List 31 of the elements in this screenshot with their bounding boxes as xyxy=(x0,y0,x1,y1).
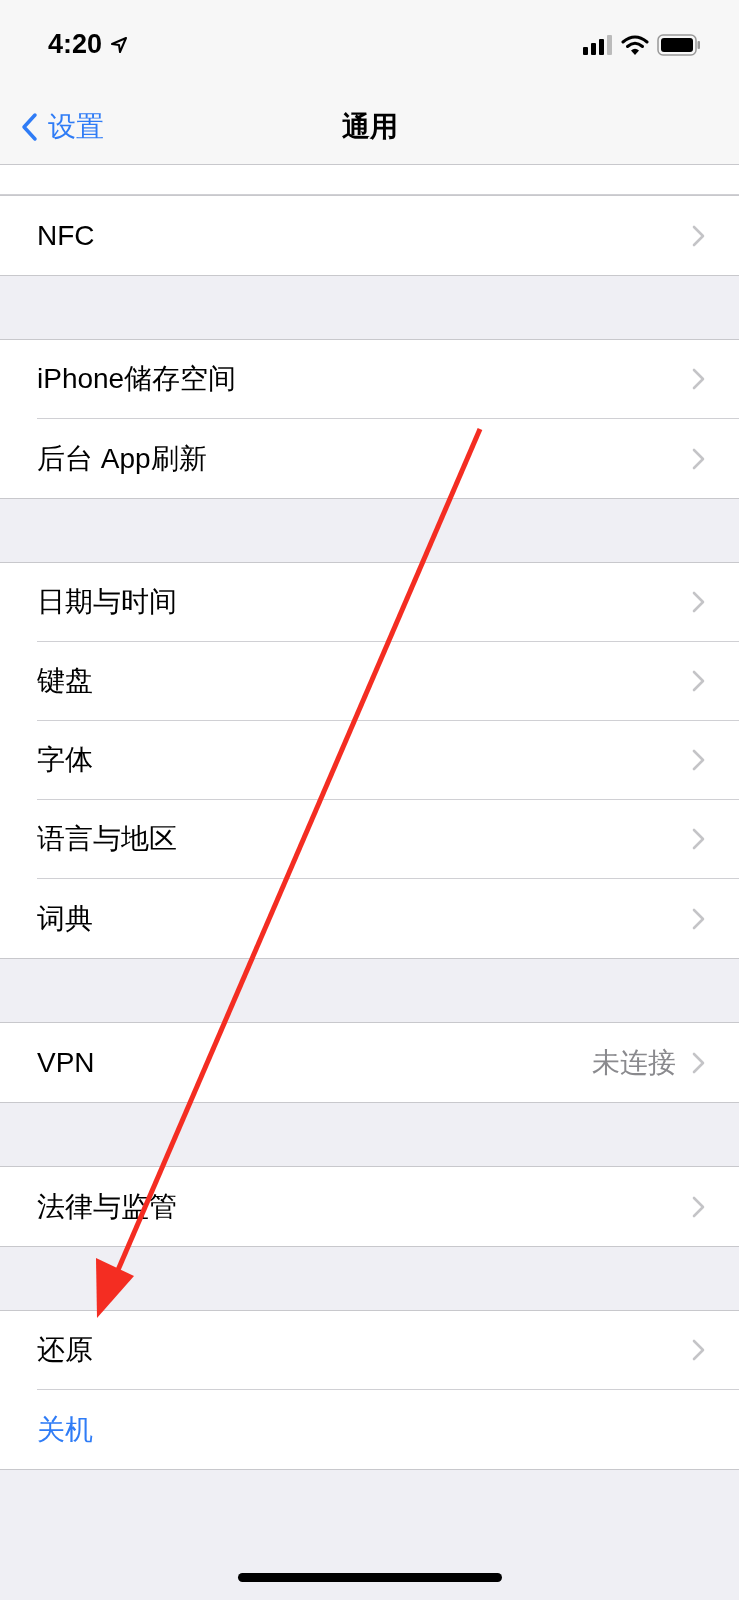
chevron-icon xyxy=(692,670,705,692)
chevron-icon xyxy=(692,447,705,470)
chevron-icon xyxy=(692,828,705,850)
chevron-icon xyxy=(692,907,705,930)
setting-label[interactable]: NFC xyxy=(37,219,95,252)
chevron-icon xyxy=(692,1051,705,1074)
setting-label[interactable]: 键盘 xyxy=(37,662,93,700)
setting-label[interactable]: VPN xyxy=(37,1046,95,1079)
status-time: 4:20 xyxy=(48,29,103,61)
page-title: 通用 xyxy=(341,109,398,144)
setting-label[interactable]: 语言与地区 xyxy=(37,820,177,858)
back-chevron-icon xyxy=(20,111,38,142)
setting-label[interactable]: 日期与时间 xyxy=(37,583,177,621)
setting-label[interactable]: 词典 xyxy=(37,899,93,938)
chevron-icon xyxy=(692,368,705,390)
location-arrow-icon xyxy=(110,35,129,54)
chevron-icon xyxy=(692,224,705,247)
chevron-icon xyxy=(692,1195,705,1218)
shutdown-link[interactable]: 关机 xyxy=(37,1410,93,1449)
chevron-icon xyxy=(692,749,705,771)
chevron-icon xyxy=(692,591,705,613)
setting-value: 未连接 xyxy=(592,1045,676,1080)
setting-label[interactable]: iPhone储存空间 xyxy=(37,360,237,398)
chevron-icon xyxy=(692,1339,705,1361)
signal-icon xyxy=(583,33,613,56)
setting-label[interactable]: 后台 App刷新 xyxy=(37,439,207,478)
setting-label[interactable]: 字体 xyxy=(37,741,93,779)
setting-label[interactable]: 还原 xyxy=(37,1331,93,1369)
back-button[interactable]: 设置 xyxy=(20,107,104,146)
battery-icon xyxy=(657,33,701,56)
wifi-icon xyxy=(621,33,649,56)
